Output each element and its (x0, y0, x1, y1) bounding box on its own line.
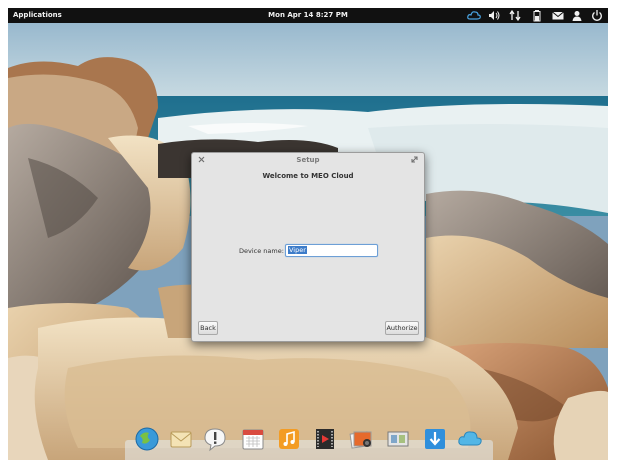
multitasking-icon[interactable] (385, 426, 411, 452)
battery-icon[interactable] (530, 9, 544, 22)
back-button[interactable]: Back (198, 321, 218, 335)
dialog-title: Setup (296, 156, 320, 164)
mail-icon[interactable] (551, 9, 565, 22)
cloud-app-icon[interactable] (457, 426, 483, 452)
notification-icon[interactable] (202, 426, 228, 452)
desktop: Applications Mon Apr 14 8:27 PM Setup We… (8, 8, 608, 460)
volume-icon[interactable] (487, 9, 501, 22)
user-icon[interactable] (570, 9, 584, 22)
setup-dialog: Setup Welcome to MEO Cloud Device name: … (191, 152, 425, 342)
top-panel: Applications Mon Apr 14 8:27 PM (8, 8, 608, 23)
music-icon[interactable] (276, 426, 302, 452)
mail-app-icon[interactable] (168, 426, 194, 452)
device-name-value: Viper (288, 246, 307, 254)
browser-icon[interactable] (134, 426, 160, 452)
maximize-icon[interactable] (410, 155, 419, 164)
authorize-button[interactable]: Authorize (385, 321, 419, 335)
software-center-icon[interactable] (422, 426, 448, 452)
applications-menu[interactable]: Applications (13, 11, 62, 19)
video-icon[interactable] (312, 426, 338, 452)
network-icon[interactable] (508, 9, 522, 22)
clock[interactable]: Mon Apr 14 8:27 PM (268, 11, 348, 19)
photos-icon[interactable] (348, 426, 374, 452)
calendar-icon[interactable] (240, 426, 266, 452)
device-name-input[interactable]: Viper (285, 244, 378, 257)
dialog-titlebar[interactable]: Setup (192, 153, 424, 167)
power-icon[interactable] (590, 9, 604, 22)
device-name-label: Device name: (239, 247, 284, 255)
cloud-icon[interactable] (467, 9, 481, 22)
dialog-heading: Welcome to MEO Cloud (262, 172, 354, 180)
